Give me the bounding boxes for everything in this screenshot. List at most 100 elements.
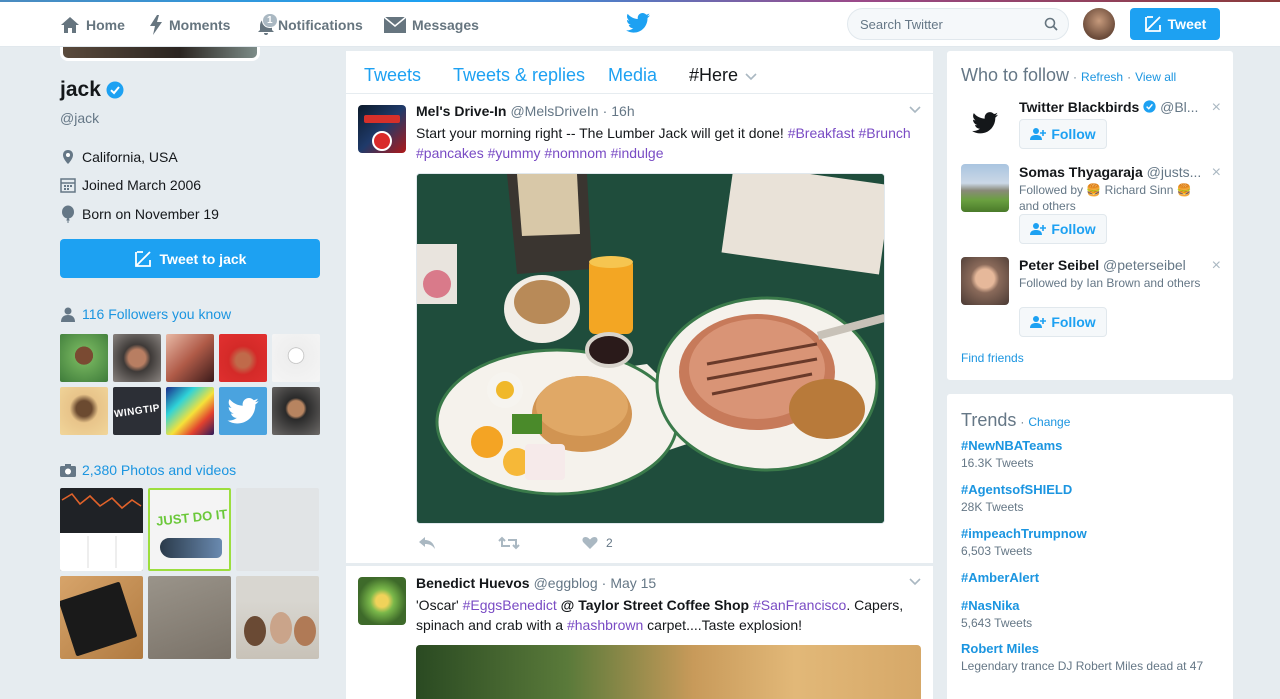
account-avatar[interactable]	[1083, 8, 1115, 40]
reply-icon[interactable]	[418, 536, 436, 550]
hashtag-link[interactable]: #SanFrancisco	[753, 597, 846, 613]
follow-button[interactable]: Follow	[1019, 307, 1107, 337]
followed-by-name[interactable]: Richard Sinn	[1105, 183, 1174, 197]
follower-avatar[interactable]: WINGTIP	[113, 387, 161, 435]
hashtag-link[interactable]: #indulge	[611, 145, 664, 161]
compose-tweet-button[interactable]: Tweet	[1130, 8, 1220, 40]
hashtag-link[interactable]: #hashbrown	[567, 617, 643, 633]
suggested-account-name-row[interactable]: Somas Thyagaraja @justs...	[1019, 164, 1209, 180]
tweet-timestamp[interactable]: May 15	[610, 575, 656, 591]
follow-button[interactable]: Follow	[1019, 214, 1107, 244]
tweet-author-handle[interactable]: @MelsDriveIn	[510, 103, 598, 119]
retweet-icon[interactable]	[498, 536, 520, 550]
trend-count: 16.3K Tweets	[961, 456, 1034, 470]
search-icon[interactable]	[1044, 17, 1058, 31]
tweet-menu-chevron-icon[interactable]	[909, 106, 921, 114]
twitter-logo-icon	[972, 112, 998, 134]
tweet-menu-chevron-icon[interactable]	[909, 578, 921, 586]
tweet-text: Start your morning right -- The Lumber J…	[416, 123, 926, 163]
tweet-author-name[interactable]: Benedict Huevos	[416, 575, 530, 591]
hashtag-link[interactable]: #nomnom	[544, 145, 606, 161]
dismiss-icon[interactable]: ×	[1212, 99, 1221, 117]
trends-header: Trends · Change	[961, 410, 1070, 431]
nav-notifications[interactable]: 1 Notifications	[256, 10, 363, 40]
tweet-item[interactable]: Benedict Huevos @eggblog · May 15 'Oscar…	[345, 565, 934, 699]
tweet-author-avatar[interactable]	[358, 577, 406, 625]
breakfast-photo	[417, 174, 884, 523]
change-trends-link[interactable]: Change	[1028, 415, 1070, 429]
followers-you-know-link[interactable]: 116 Followers you know	[60, 306, 231, 322]
hashtag-link[interactable]: #EggsBenedict	[463, 597, 557, 613]
tab-media[interactable]: Media	[608, 65, 657, 86]
tab-here[interactable]: #Here	[689, 65, 757, 86]
follower-avatar[interactable]	[166, 334, 214, 382]
add-person-icon	[1030, 316, 1047, 328]
place-link[interactable]: @ Taylor Street Coffee Shop	[561, 597, 749, 613]
suggested-account-avatar[interactable]	[961, 257, 1009, 305]
who-to-follow-title: Who to follow	[961, 65, 1070, 85]
find-friends-link[interactable]: Find friends	[961, 351, 1024, 365]
tweet-to-user-button[interactable]: Tweet to jack	[60, 239, 320, 278]
trend-item[interactable]: #NasNika 5,643 Tweets	[961, 598, 1223, 631]
nav-moments[interactable]: Moments	[149, 10, 230, 40]
media-thumbnail[interactable]	[236, 576, 319, 659]
follower-avatar[interactable]	[60, 334, 108, 382]
hashtag-link[interactable]: #Brunch	[859, 125, 911, 141]
tweet-timestamp[interactable]: 16h	[611, 103, 634, 119]
refresh-link[interactable]: Refresh	[1081, 70, 1123, 84]
tweet-author-avatar[interactable]	[358, 105, 406, 153]
trend-item[interactable]: #AmberAlert	[961, 570, 1223, 585]
nav-moments-label: Moments	[169, 17, 231, 33]
suggested-account-avatar[interactable]	[961, 164, 1009, 212]
tweet-author-name[interactable]: Mel's Drive-In	[416, 103, 506, 119]
tweet-author-handle[interactable]: @eggblog	[534, 575, 598, 591]
twitter-logo-icon[interactable]	[626, 13, 650, 38]
follower-avatar[interactable]	[113, 334, 161, 382]
tweet-photo[interactable]	[416, 645, 921, 699]
compose-tweet-label: Tweet	[1167, 16, 1207, 32]
follower-avatar[interactable]	[219, 334, 267, 382]
nav-messages[interactable]: Messages	[384, 10, 479, 40]
trend-item[interactable]: #AgentsofSHIELD 28K Tweets	[961, 482, 1223, 515]
tweet-photo[interactable]	[416, 173, 885, 524]
hashtag-link[interactable]: #yummy	[488, 145, 541, 161]
profile-tabs: Tweets Tweets & replies Media #Here	[345, 50, 934, 94]
follower-avatar[interactable]	[166, 387, 214, 435]
media-thumbnail[interactable]: JUST DO IT	[148, 488, 231, 571]
dismiss-icon[interactable]: ×	[1212, 257, 1221, 275]
trend-item[interactable]: #impeachTrumpnow 6,503 Tweets	[961, 526, 1223, 559]
media-thumbnail[interactable]	[60, 488, 143, 571]
nav-home[interactable]: Home	[60, 10, 125, 40]
view-all-link[interactable]: View all	[1135, 70, 1176, 84]
profile-avatar-edge	[60, 47, 260, 61]
trend-item[interactable]: #NewNBATeams 16.3K Tweets	[961, 438, 1223, 471]
suggested-account-name: Twitter Blackbirds	[1019, 99, 1140, 115]
trend-item[interactable]: Robert Miles Legendary trance DJ Robert …	[961, 641, 1223, 674]
suggested-account-avatar[interactable]	[961, 99, 1009, 147]
heart-icon[interactable]	[582, 536, 598, 550]
follower-avatar[interactable]	[272, 334, 320, 382]
suggested-account-handle: @peterseibel	[1103, 257, 1186, 273]
trend-description: Legendary trance DJ Robert Miles dead at…	[961, 659, 1204, 673]
follower-avatar[interactable]	[219, 387, 267, 435]
search-box[interactable]: Search Twitter	[847, 8, 1069, 40]
suggested-account-name-row[interactable]: Peter Seibel @peterseibel	[1019, 257, 1209, 273]
hashtag-link[interactable]: #pancakes	[416, 145, 484, 161]
photos-videos-link[interactable]: 2,380 Photos and videos	[60, 462, 236, 478]
profile-name[interactable]: jack	[60, 78, 124, 102]
verified-badge-icon	[1143, 100, 1156, 113]
media-thumbnail[interactable]	[60, 576, 143, 659]
media-thumbnail[interactable]	[236, 488, 319, 571]
follow-button[interactable]: Follow	[1019, 119, 1107, 149]
follower-avatar[interactable]	[60, 387, 108, 435]
quill-icon	[1144, 16, 1161, 32]
dismiss-icon[interactable]: ×	[1212, 164, 1221, 182]
hashtag-link[interactable]: #Breakfast	[788, 125, 855, 141]
follower-avatar[interactable]	[272, 387, 320, 435]
search-input[interactable]: Search Twitter	[860, 17, 943, 32]
media-thumbnail[interactable]	[148, 576, 231, 659]
suggested-account-name-row[interactable]: Twitter Blackbirds @Bl...	[1019, 99, 1209, 115]
tab-tweets[interactable]: Tweets	[364, 65, 421, 86]
tweet-item[interactable]: Mel's Drive-In @MelsDriveIn · 16h Start …	[345, 93, 934, 564]
tab-tweets-replies[interactable]: Tweets & replies	[453, 65, 585, 86]
